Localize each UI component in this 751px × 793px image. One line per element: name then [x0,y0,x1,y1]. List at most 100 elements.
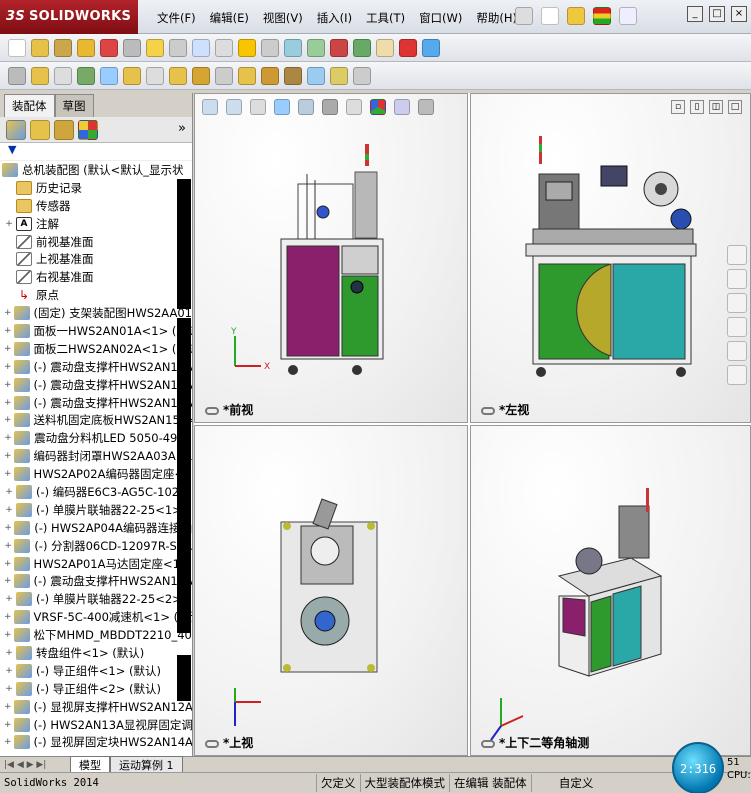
color-palette-icon[interactable] [353,38,371,57]
tree-item[interactable]: + (固定) 支架装配图HWS2AA01 [0,304,192,322]
new-document-icon[interactable] [541,7,559,25]
large-assembly-mode-icon[interactable] [353,66,371,85]
paperclip-icon[interactable] [54,66,72,85]
expand-toggle-icon[interactable]: + [4,362,12,372]
expand-toggle-icon[interactable]: + [4,415,12,425]
chevron-right-icon[interactable]: » [178,121,186,136]
explode-line-sketch-icon[interactable] [307,66,325,85]
expand-toggle-icon[interactable]: + [4,648,14,658]
expand-toggle-icon[interactable]: + [4,523,12,533]
expand-toggle-icon[interactable]: + [4,702,12,712]
expand-toggle-icon[interactable]: + [4,487,14,497]
tree-item[interactable]: + (-) 震动盘支撑杆HWS2AN11A [0,394,192,412]
tree-item[interactable]: + (-) 震动盘支撑杆HWS2AN11A [0,376,192,394]
tab-motion-study[interactable]: 运动算例 1 [110,755,183,774]
assembly-features-icon[interactable] [192,66,210,85]
linear-pattern-icon[interactable] [77,66,95,85]
graphics-area[interactable]: Y X *前视 ▫ ▯ ◫ □ *左视 *上视 *上下二等角轴测 [194,93,751,756]
rotate-component-icon[interactable] [146,66,164,85]
lock-icon[interactable] [123,38,141,57]
view-palette-icon[interactable] [727,317,747,337]
viewport-maximize-icon[interactable]: □ [728,100,742,114]
viewport-minimize-icon[interactable]: ▫ [671,100,685,114]
tree-item[interactable]: + 送料机固定底板HWS2AN15A<1> [0,411,192,429]
expand-toggle-icon[interactable]: + [4,344,12,354]
interference-icon[interactable] [261,38,279,57]
expand-toggle-icon[interactable]: + [4,326,12,336]
instant3d-icon[interactable] [330,66,348,85]
import-diagnostics-icon[interactable] [307,38,325,57]
move-component-icon[interactable] [123,66,141,85]
tree-item[interactable]: + 面板一HWS2AN01A<1> (默认< [0,322,192,340]
viewport-restore-icon[interactable]: ▯ [690,100,704,114]
expand-toggle-icon[interactable]: + [4,630,12,640]
tree-item[interactable]: + (-) HWS2AN13A显视屏固定调 [0,716,192,734]
section-view-icon[interactable] [274,99,290,115]
tree-item[interactable]: + (-) 震动盘支撑杆HWS2AN11A [0,358,192,376]
sketch-tools-icon[interactable] [215,38,233,57]
tree-item[interactable]: + 转盘组件<1> (默认) [0,644,192,662]
edit-appearance-icon[interactable] [370,99,386,115]
tree-item[interactable]: + 面板二HWS2AN02A<1> (默认< [0,340,192,358]
custom-properties-icon[interactable] [727,365,747,385]
solidworks-logo[interactable]: 3S SOLIDWORKS [0,0,138,34]
tree-item[interactable]: ↳ 原点 [0,286,192,304]
expand-toggle-icon[interactable]: + [4,559,12,569]
expand-toggle-icon[interactable]: + [4,576,12,586]
tab-sketch[interactable]: 草图 [54,94,94,117]
tree-item[interactable]: + HWS2AP01A马达固定座<1> ( [0,555,192,573]
checkbox-icon[interactable] [146,38,164,57]
bill-of-materials-icon[interactable] [261,66,279,85]
apply-scene-icon[interactable] [394,99,410,115]
smart-fasteners-icon[interactable] [100,66,118,85]
link-views-icon[interactable] [481,406,495,415]
expand-toggle-icon[interactable]: + [4,308,12,318]
tree-item[interactable]: + A 注解 [0,215,192,233]
section-properties-icon[interactable] [77,38,95,57]
expand-toggle-icon[interactable]: + [4,505,14,515]
tree-item[interactable]: + (-) 震动盘支撑杆HWS2AN11A [0,572,192,590]
insert-component-icon[interactable] [8,66,26,85]
tree-item[interactable]: 右视基准面 [0,268,192,286]
viewport-tile-icon[interactable]: ◫ [709,100,723,114]
expand-toggle-icon[interactable]: + [4,451,12,461]
close-icon[interactable]: × [731,6,747,22]
view-orientation-icon[interactable] [298,99,314,115]
tree-item[interactable]: + (-) 单膜片联轴器22-25<1> [0,501,192,519]
link-views-icon[interactable] [481,739,495,748]
macro-icon[interactable] [376,38,394,57]
materials-icon[interactable] [422,38,440,57]
open-folder-icon[interactable] [567,7,585,25]
expand-toggle-icon[interactable]: + [4,612,12,622]
tab-scroll-arrows-icon[interactable]: |◀ ◀ ▶ ▶| [0,760,70,770]
menu-file[interactable]: 文件(F) [150,10,203,26]
expand-toggle-icon[interactable]: + [4,380,12,390]
design-library-icon[interactable] [727,269,747,289]
tree-item[interactable]: + HWS2AP02A编码器固定座<1> [0,465,192,483]
tree-item[interactable]: 上视基准面 [0,250,192,268]
tree-item[interactable]: + (-) 显视屏支撑杆HWS2AN12A [0,698,192,716]
pin-icon[interactable] [515,7,533,25]
view-settings-icon[interactable] [418,99,434,115]
menu-insert[interactable]: 插入(I) [310,10,359,26]
warning-icon[interactable] [238,38,256,57]
home-icon[interactable] [727,245,747,265]
tree-item[interactable]: 历史记录 [0,179,192,197]
mate-icon[interactable] [31,66,49,85]
tree-item[interactable]: 传感器 [0,197,192,215]
expand-toggle-icon[interactable]: + [4,469,12,479]
tab-model[interactable]: 模型 [70,755,110,774]
expand-toggle-icon[interactable]: + [4,737,12,747]
mass-properties-icon[interactable] [54,38,72,57]
rebuild-traffic-light-icon[interactable] [593,7,611,25]
status-large-assembly-mode[interactable]: 大型装配体模式 [359,774,450,792]
tree-item[interactable]: + 松下MHMD_MBDDT2210_400W< [0,626,192,644]
check-icon[interactable] [100,38,118,57]
expand-toggle-icon[interactable]: + [4,541,12,551]
new-motion-study-icon[interactable] [238,66,256,85]
appearances-scenes-icon[interactable] [727,341,747,361]
menu-edit[interactable]: 编辑(E) [203,10,256,26]
tab-assembly[interactable]: 装配体 [4,94,55,117]
viewport-top[interactable]: *上视 [194,425,468,756]
show-hidden-icon[interactable] [169,66,187,85]
